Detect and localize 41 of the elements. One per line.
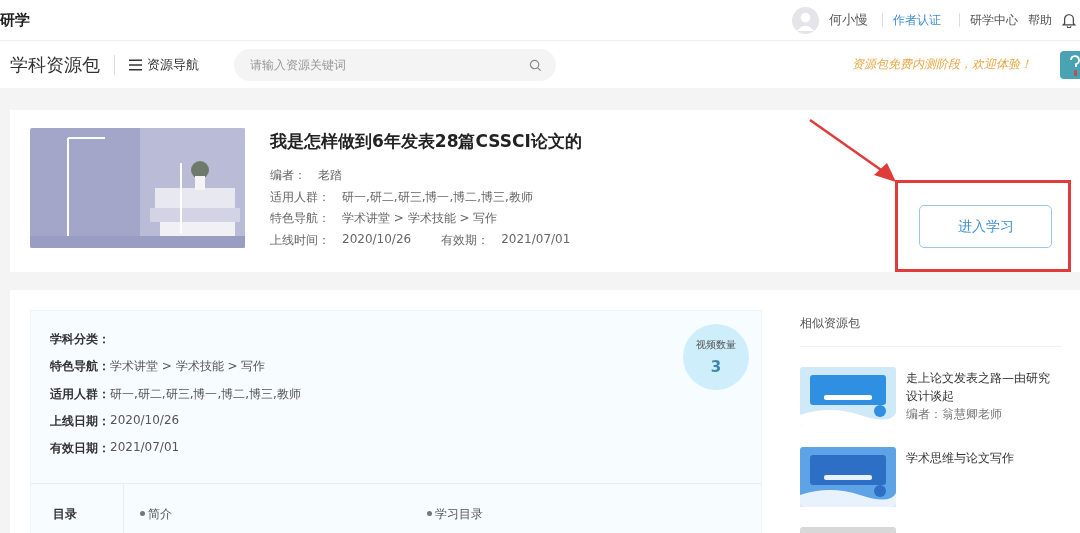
meta-value: 2021/07/01 <box>501 231 571 248</box>
meta-value: 学术讲堂 > 学术技能 > 写作 <box>342 210 498 227</box>
toc-link[interactable]: 简介 <box>140 506 427 533</box>
meta-label: 编者： <box>270 167 306 184</box>
video-count-badge: 视频数量 3 <box>683 324 749 390</box>
detail-label: 有效日期： <box>50 440 110 458</box>
meta-label: 有效期： <box>441 231 490 249</box>
section-title: 相似资源包 <box>800 310 1062 347</box>
bell-icon[interactable] <box>1062 12 1076 28</box>
nav-link[interactable]: 帮助 <box>1028 11 1052 29</box>
resource-title: 我是怎样做到6年发表28篇CSSCI论文的 <box>270 130 582 153</box>
enter-study-button[interactable]: 进入学习 <box>919 205 1052 248</box>
meta-value: 研一,研二,研三,博一,博二,博三,教师 <box>342 188 533 206</box>
detail-label: 特色导航： <box>50 358 110 376</box>
detail-value: 学术讲堂 > 学术技能 > 写作 <box>110 358 266 376</box>
nav-link[interactable]: 作者认证 <box>893 11 941 29</box>
site-logo[interactable]: 研学 <box>0 10 30 30</box>
notice-text: 资源包免费内测阶段，欢迎体验！ <box>852 56 1032 73</box>
detail-label: 上线日期： <box>50 412 110 430</box>
meta-label: 适用人群： <box>270 188 330 206</box>
menu-icon <box>129 58 142 71</box>
author-text: 编者：翁慧卿老师 <box>906 406 1003 423</box>
detail-value: 研一,研二,研三,博一,博二,博三,教师 <box>110 385 301 403</box>
toc-label: 目录 <box>31 484 124 533</box>
resource-link[interactable]: 走上论文发表之路—由研究设计谈起 <box>906 369 1056 405</box>
detail-value: 2021/07/01 <box>110 440 180 457</box>
search-field[interactable]: 请输入资源关键词 <box>234 48 556 81</box>
detail-value: 2020/10/26 <box>110 412 180 429</box>
nav-link[interactable]: 研学中心 <box>970 11 1018 29</box>
toc-link[interactable]: 学习目录 <box>427 506 714 533</box>
meta-label: 特色导航： <box>270 210 330 227</box>
meta-value: 老踏 <box>318 167 342 184</box>
resource-link[interactable]: 学术思维与论文写作 <box>906 449 1056 467</box>
resource-nav-button[interactable]: 资源导航 <box>129 55 199 74</box>
detail-label: 学科分类： <box>50 331 110 348</box>
user-name[interactable]: 何小慢 <box>829 11 868 29</box>
meta-value: 2020/10/26 <box>342 231 412 248</box>
page-title: 学科资源包 <box>10 52 100 77</box>
meta-label: 上线时间： <box>270 231 330 249</box>
detail-label: 适用人群： <box>50 385 110 403</box>
search-icon[interactable] <box>529 58 542 72</box>
